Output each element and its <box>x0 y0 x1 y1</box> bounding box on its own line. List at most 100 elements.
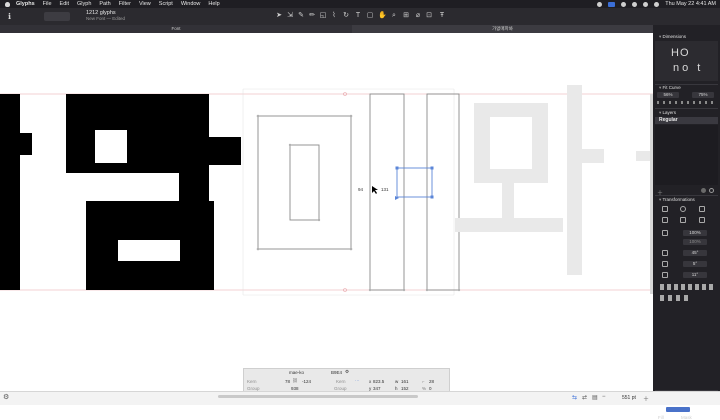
left-kerning-value[interactable]: 78 <box>285 379 290 384</box>
menu-app[interactable]: Glyphs <box>16 1 35 7</box>
menu-help[interactable]: Help <box>208 1 219 7</box>
primitives-tool-icon[interactable]: ◱ <box>319 12 327 20</box>
x-field[interactable]: 823.5 <box>373 379 384 384</box>
layers-list <box>655 125 718 185</box>
settings-icon[interactable]: ⚙ <box>3 393 9 401</box>
align-buttons[interactable] <box>660 284 714 290</box>
annotation-tool-icon[interactable]: ▢ <box>366 12 374 20</box>
zoom-tool-icon[interactable]: ⌕ <box>390 12 398 20</box>
layout-icon[interactable]: ▤ <box>592 394 598 401</box>
right-sidebar: Dimensions HO no t Fit Curve 56% 75% Lay… <box>653 25 720 420</box>
fit-curve-min-field[interactable]: 56% <box>657 92 679 98</box>
text-tool-icon[interactable]: T <box>354 12 362 20</box>
transformations-header[interactable]: Transformations <box>659 197 694 203</box>
search-icon[interactable] <box>643 1 649 7</box>
rotate-icon[interactable] <box>662 250 668 256</box>
flip-vertical-icon[interactable] <box>680 217 686 223</box>
rotate-tool-icon[interactable]: ↻ <box>342 12 350 20</box>
glyph-mae-outline <box>257 93 460 291</box>
battery-icon[interactable] <box>632 1 638 7</box>
scale-field-2[interactable]: 100% <box>683 239 707 245</box>
stroke-position-segment[interactable] <box>666 407 690 412</box>
tab-font[interactable]: Font <box>0 25 352 33</box>
layers-header[interactable]: Layers <box>659 110 677 116</box>
fit-curve-header[interactable]: Fit Curve <box>659 85 681 91</box>
boolean-buttons[interactable] <box>660 295 690 301</box>
center-icon[interactable] <box>699 206 705 212</box>
fill-label[interactable]: Fill <box>658 415 664 420</box>
view-mode-segment[interactable] <box>44 12 70 21</box>
mirror-icon[interactable] <box>699 217 705 223</box>
menu-glyph[interactable]: Glyph <box>77 1 91 7</box>
control-center-icon[interactable] <box>654 1 660 7</box>
layer-regular[interactable]: Regular <box>655 117 718 124</box>
zoom-out-icon[interactable]: − <box>602 394 606 400</box>
menu-file[interactable]: File <box>43 1 52 7</box>
slant-field[interactable]: 5° <box>683 261 707 267</box>
kern-label: Kern <box>247 379 257 384</box>
corner-icon: ⌐ <box>422 379 425 384</box>
w-field[interactable]: 161 <box>401 379 409 384</box>
horizontal-scrollbar[interactable] <box>218 395 418 398</box>
right-kerning-value[interactable]: -124 <box>302 379 311 384</box>
align-grid-icon[interactable] <box>662 206 668 212</box>
zoom-in-icon[interactable]: ＋ <box>643 394 649 403</box>
dimensions-header[interactable]: Dimensions <box>659 34 687 40</box>
menu-path[interactable]: Path <box>99 1 110 7</box>
layer-menu-icon[interactable] <box>709 188 714 193</box>
draw-tool-icon[interactable]: ✎ <box>297 12 305 20</box>
mask-label[interactable]: Mask <box>681 415 692 420</box>
slant-icon[interactable] <box>662 261 668 267</box>
zoom-level[interactable]: 551 pt <box>622 395 636 401</box>
rotate-field[interactable]: 45° <box>683 250 707 256</box>
origin-grid-icon[interactable]: ⋯ <box>355 378 360 384</box>
dimensions-preview: HO no t <box>655 41 718 81</box>
pencil-tool-icon[interactable]: ✏ <box>308 12 316 20</box>
glyph-mang <box>66 94 241 290</box>
status-icon[interactable] <box>597 1 603 7</box>
menu-view[interactable]: View <box>139 1 151 7</box>
type-tool-icon[interactable]: Ŧ <box>438 12 446 20</box>
flip-horizontal-icon[interactable] <box>662 217 668 223</box>
origin-point-icon[interactable] <box>680 206 686 212</box>
brush-tool-icon[interactable]: ⌇ <box>330 12 338 20</box>
text-mode-icon[interactable]: ⇆ <box>572 394 577 401</box>
glyph-info-box: mae-ko B9E4 ⚙ Kern 78 ⛓ -124 Group 938 K… <box>243 368 450 393</box>
selected-nodes <box>395 166 434 200</box>
measure-tool-icon[interactable]: ⊞ <box>402 12 410 20</box>
knife-tool-icon[interactable]: ⌀ <box>414 12 422 20</box>
menu-window[interactable]: Window <box>181 1 201 7</box>
apple-icon[interactable] <box>5 1 10 7</box>
settings-gear-icon[interactable]: ⚙ <box>345 369 349 375</box>
unicode-field[interactable]: B9E4 <box>331 370 342 375</box>
direction-icon[interactable]: ⇄ <box>582 394 587 401</box>
select-all-layers-tool-icon[interactable]: ⇲ <box>286 12 294 20</box>
measure-left: 94 <box>358 187 364 192</box>
status-bar: ⚙ ⇆ ⇄ ▤ − 551 pt ＋ <box>0 391 720 405</box>
fit-curve-max-field[interactable]: 75% <box>692 92 714 98</box>
highlighted-menu-extra-icon[interactable] <box>608 1 616 7</box>
scale-icon[interactable] <box>662 230 668 236</box>
outline-nodes <box>256 92 461 292</box>
info-icon[interactable]: ℹ <box>8 12 11 22</box>
menu-edit[interactable]: Edit <box>60 1 69 7</box>
scale-field[interactable]: 100% <box>683 230 707 236</box>
glyph-wa-preview <box>455 85 653 275</box>
skew-field[interactable]: 11° <box>683 272 707 278</box>
tab-edit-view[interactable]: 가없매파봐 <box>352 25 653 33</box>
layer-options-icon[interactable] <box>701 188 706 193</box>
hand-tool-icon[interactable]: ✋ <box>378 12 387 20</box>
glyph-name-field[interactable]: mae-ko <box>289 370 304 375</box>
skew-icon[interactable] <box>662 272 668 278</box>
fit-curve-presets[interactable] <box>657 101 715 104</box>
select-tool-icon[interactable]: ➤ <box>275 12 283 20</box>
menu-filter[interactable]: Filter <box>119 1 131 7</box>
component-tool-icon[interactable]: ⊡ <box>425 12 433 20</box>
wifi-icon[interactable] <box>621 1 627 7</box>
menu-script[interactable]: Script <box>159 1 173 7</box>
link-kerning-icon[interactable]: ⛓ <box>292 378 298 384</box>
mouse-cursor-icon <box>372 186 378 194</box>
angle-field[interactable]: 28 <box>429 379 434 384</box>
clock: Thu May 22 4:41 AM <box>665 1 716 7</box>
glyph-canvas[interactable]: 94 131 <box>0 33 653 391</box>
